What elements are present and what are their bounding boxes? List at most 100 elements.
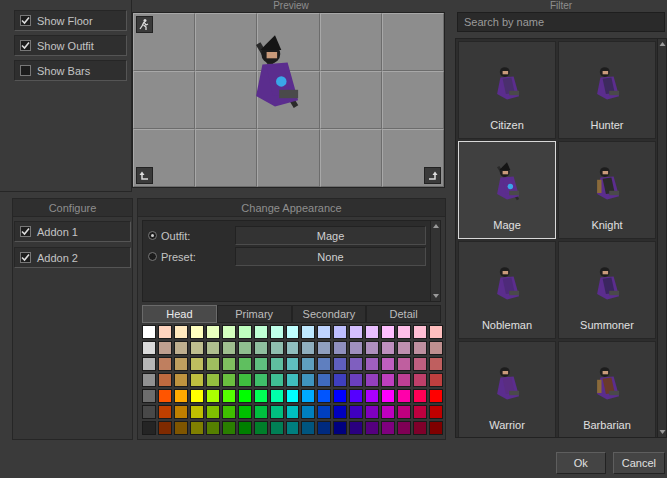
- color-swatch[interactable]: [413, 389, 427, 403]
- color-swatch[interactable]: [397, 421, 411, 435]
- color-swatch[interactable]: [142, 325, 156, 339]
- color-swatch[interactable]: [142, 357, 156, 371]
- color-swatch[interactable]: [190, 357, 204, 371]
- color-swatch[interactable]: [397, 341, 411, 355]
- color-swatch[interactable]: [413, 421, 427, 435]
- color-swatch[interactable]: [142, 421, 156, 435]
- color-swatch[interactable]: [349, 405, 363, 419]
- color-swatch[interactable]: [270, 405, 284, 419]
- color-swatch[interactable]: [301, 325, 315, 339]
- color-swatch[interactable]: [158, 357, 172, 371]
- checkbox[interactable]: [20, 226, 31, 237]
- color-swatch[interactable]: [238, 341, 252, 355]
- color-swatch[interactable]: [174, 357, 188, 371]
- color-swatch[interactable]: [206, 325, 220, 339]
- radio-button[interactable]: [148, 252, 157, 261]
- color-swatch[interactable]: [158, 373, 172, 387]
- color-swatch[interactable]: [270, 389, 284, 403]
- color-swatch[interactable]: [301, 373, 315, 387]
- color-swatch[interactable]: [206, 405, 220, 419]
- color-swatch[interactable]: [397, 373, 411, 387]
- color-swatch[interactable]: [286, 325, 300, 339]
- color-swatch[interactable]: [206, 421, 220, 435]
- color-swatch[interactable]: [286, 357, 300, 371]
- color-swatch[interactable]: [381, 421, 395, 435]
- color-swatch[interactable]: [206, 341, 220, 355]
- color-tab[interactable]: Detail: [366, 305, 441, 323]
- color-swatch[interactable]: [429, 357, 443, 371]
- color-tab[interactable]: Secondary: [292, 305, 367, 323]
- color-swatch[interactable]: [381, 405, 395, 419]
- color-swatch[interactable]: [413, 341, 427, 355]
- color-swatch[interactable]: [301, 389, 315, 403]
- color-swatch[interactable]: [270, 325, 284, 339]
- color-swatch[interactable]: [413, 357, 427, 371]
- outfit-card[interactable]: Warrior: [458, 341, 556, 438]
- color-swatch[interactable]: [365, 325, 379, 339]
- color-swatch[interactable]: [222, 405, 236, 419]
- color-swatch[interactable]: [317, 373, 331, 387]
- color-swatch[interactable]: [206, 389, 220, 403]
- color-swatch[interactable]: [365, 389, 379, 403]
- color-swatch[interactable]: [413, 405, 427, 419]
- color-swatch[interactable]: [381, 373, 395, 387]
- scroll-up-icon[interactable]: [431, 221, 441, 231]
- color-swatch[interactable]: [365, 357, 379, 371]
- value-field[interactable]: Mage: [235, 226, 426, 245]
- outfit-card[interactable]: Knight: [558, 141, 656, 239]
- checkbox[interactable]: [20, 15, 31, 26]
- color-swatch[interactable]: [349, 357, 363, 371]
- checkbox-row[interactable]: Show Outfit: [14, 35, 127, 56]
- walk-icon[interactable]: [136, 16, 153, 33]
- color-swatch[interactable]: [190, 373, 204, 387]
- color-swatch[interactable]: [174, 373, 188, 387]
- color-swatch[interactable]: [174, 325, 188, 339]
- color-swatch[interactable]: [286, 421, 300, 435]
- color-swatch[interactable]: [254, 373, 268, 387]
- color-swatch[interactable]: [270, 357, 284, 371]
- color-swatch[interactable]: [429, 341, 443, 355]
- color-swatch[interactable]: [270, 421, 284, 435]
- checkbox[interactable]: [20, 252, 31, 263]
- checkbox[interactable]: [20, 40, 31, 51]
- color-tab[interactable]: Head: [142, 305, 217, 323]
- color-swatch[interactable]: [429, 421, 443, 435]
- color-swatch[interactable]: [301, 357, 315, 371]
- color-tab[interactable]: Primary: [217, 305, 292, 323]
- search-input[interactable]: [457, 12, 665, 32]
- color-swatch[interactable]: [142, 341, 156, 355]
- color-swatch[interactable]: [301, 421, 315, 435]
- color-swatch[interactable]: [158, 389, 172, 403]
- color-swatch[interactable]: [222, 325, 236, 339]
- color-swatch[interactable]: [429, 373, 443, 387]
- color-swatch[interactable]: [238, 421, 252, 435]
- color-swatch[interactable]: [270, 373, 284, 387]
- scroll-down-icon[interactable]: [431, 291, 441, 301]
- color-swatch[interactable]: [158, 421, 172, 435]
- color-swatch[interactable]: [333, 373, 347, 387]
- color-swatch[interactable]: [222, 341, 236, 355]
- color-swatch[interactable]: [349, 373, 363, 387]
- color-swatch[interactable]: [190, 389, 204, 403]
- color-swatch[interactable]: [381, 357, 395, 371]
- color-swatch[interactable]: [365, 421, 379, 435]
- color-swatch[interactable]: [333, 325, 347, 339]
- color-swatch[interactable]: [429, 405, 443, 419]
- outfit-card[interactable]: Hunter: [558, 41, 656, 139]
- scroll-down-icon[interactable]: [658, 427, 667, 437]
- color-swatch[interactable]: [206, 357, 220, 371]
- color-swatch[interactable]: [222, 421, 236, 435]
- checkbox-row[interactable]: Addon 1: [14, 221, 131, 242]
- outfit-card[interactable]: Nobleman: [458, 241, 556, 339]
- color-swatch[interactable]: [317, 405, 331, 419]
- color-swatch[interactable]: [429, 389, 443, 403]
- color-swatch[interactable]: [397, 389, 411, 403]
- color-swatch[interactable]: [142, 389, 156, 403]
- color-swatch[interactable]: [174, 341, 188, 355]
- appearance-row[interactable]: Preset:None: [148, 247, 426, 266]
- color-swatch[interactable]: [301, 341, 315, 355]
- scrollbar[interactable]: [430, 221, 440, 301]
- color-swatch[interactable]: [142, 373, 156, 387]
- ok-button[interactable]: Ok: [556, 452, 606, 474]
- color-swatch[interactable]: [286, 341, 300, 355]
